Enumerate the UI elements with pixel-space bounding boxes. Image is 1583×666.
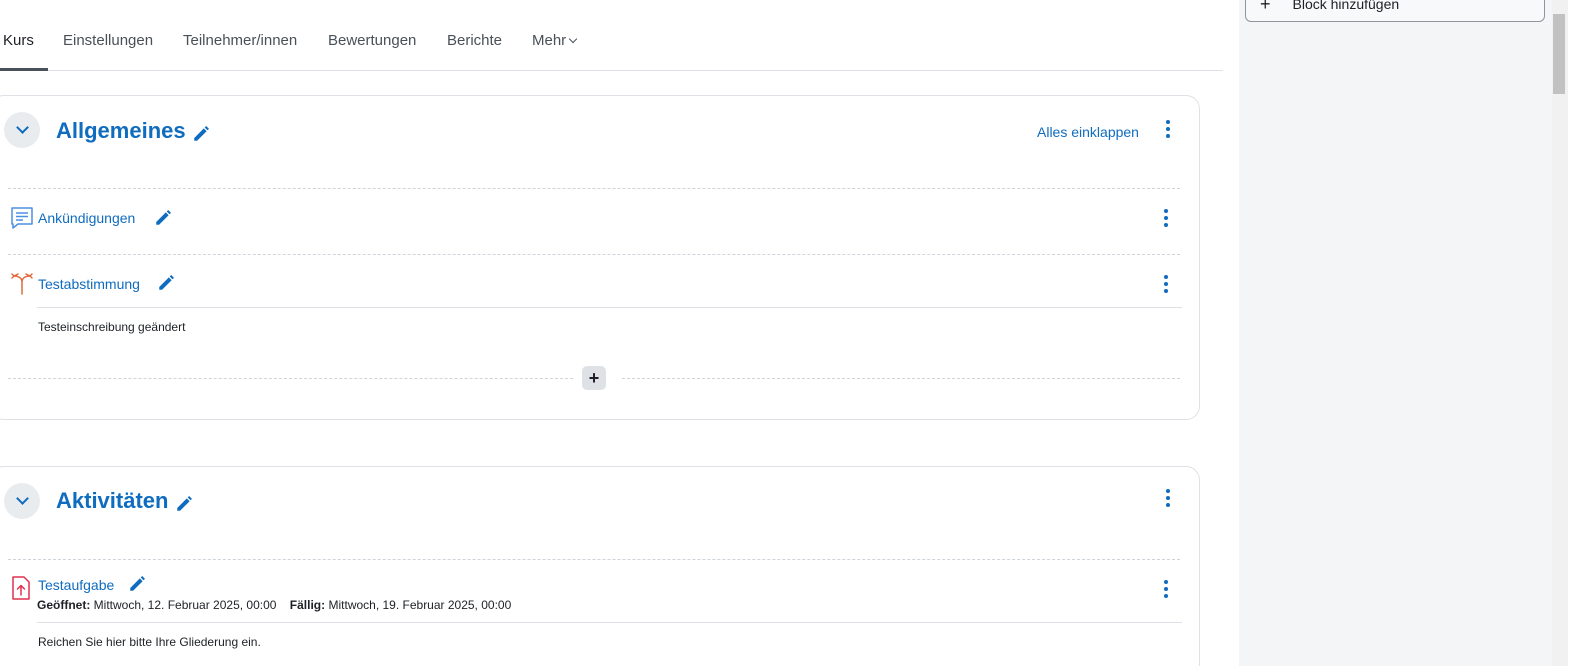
add-activity-button[interactable]: +	[582, 366, 606, 390]
divider	[8, 188, 1180, 189]
chevron-down-icon	[568, 34, 578, 44]
assignment-icon	[8, 575, 34, 601]
section-title: Aktivitäten	[56, 488, 193, 514]
activity-dates: Geöffnet: Mittwoch, 12. Februar 2025, 00…	[37, 598, 511, 612]
tab-mehr-label: Mehr	[532, 32, 567, 49]
section-collapse-button[interactable]	[4, 112, 40, 148]
chevron-down-icon	[15, 492, 29, 505]
activity-menu-icon[interactable]	[1161, 275, 1171, 293]
activity-description: Testeinschreibung geändert	[38, 320, 186, 334]
plus-icon: +	[1260, 0, 1271, 14]
scrollbar-track[interactable]	[1552, 0, 1568, 666]
tab-kurs[interactable]: Kurs	[3, 32, 34, 49]
tab-teilnehmer[interactable]: Teilnehmer/innen	[183, 32, 297, 49]
activity-menu-icon[interactable]	[1161, 209, 1171, 227]
chevron-down-icon	[15, 121, 29, 134]
divider	[622, 378, 1180, 379]
section-title-link[interactable]: Aktivitäten	[56, 488, 168, 513]
activity-link-assignment[interactable]: Testaufgabe	[38, 577, 114, 593]
collapse-all-link[interactable]: Alles einklappen	[1037, 124, 1139, 140]
due-label: Fällig:	[289, 598, 326, 612]
opened-label: Geöffnet:	[37, 598, 91, 612]
due-value: Mittwoch, 19. Februar 2025, 00:00	[328, 598, 512, 612]
edit-pencil-icon[interactable]	[192, 123, 210, 141]
add-block-label: Block hinzufügen	[1292, 0, 1400, 12]
divider	[8, 254, 1180, 255]
divider	[37, 307, 1182, 308]
edit-pencil-icon[interactable]	[175, 493, 193, 511]
section-menu-icon[interactable]	[1163, 120, 1173, 138]
forum-icon	[9, 205, 35, 231]
section-collapse-button[interactable]	[4, 483, 40, 519]
divider	[8, 378, 573, 379]
tab-berichte[interactable]: Berichte	[447, 32, 502, 49]
divider	[8, 559, 1180, 560]
activity-link-announcements[interactable]: Ankündigungen	[38, 210, 135, 226]
activity-link-choice[interactable]: Testabstimmung	[38, 276, 140, 292]
divider	[37, 622, 1182, 623]
tab-einstellungen[interactable]: Einstellungen	[63, 32, 153, 49]
section-menu-icon[interactable]	[1163, 489, 1173, 507]
opened-value: Mittwoch, 12. Februar 2025, 00:00	[93, 598, 277, 612]
course-tabs: Kurs Einstellungen Teilnehmer/innen Bewe…	[0, 0, 1223, 71]
edit-pencil-icon[interactable]	[128, 575, 146, 593]
edit-pencil-icon[interactable]	[154, 209, 172, 227]
tab-bewertungen[interactable]: Bewertungen	[328, 32, 416, 49]
block-drawer	[1239, 0, 1552, 666]
choice-icon	[9, 270, 35, 296]
scrollbar-thumb[interactable]	[1553, 14, 1565, 94]
edit-pencil-icon[interactable]	[157, 274, 175, 292]
tab-mehr[interactable]: Mehr	[532, 32, 578, 49]
section-title-link[interactable]: Allgemeines	[56, 118, 186, 143]
section-title: Allgemeines	[56, 118, 210, 144]
active-tab-indicator	[0, 68, 48, 71]
activity-description: Reichen Sie hier bitte Ihre Gliederung e…	[38, 635, 261, 649]
add-block-button[interactable]: + Block hinzufügen	[1245, 0, 1545, 22]
activity-menu-icon[interactable]	[1161, 580, 1171, 598]
